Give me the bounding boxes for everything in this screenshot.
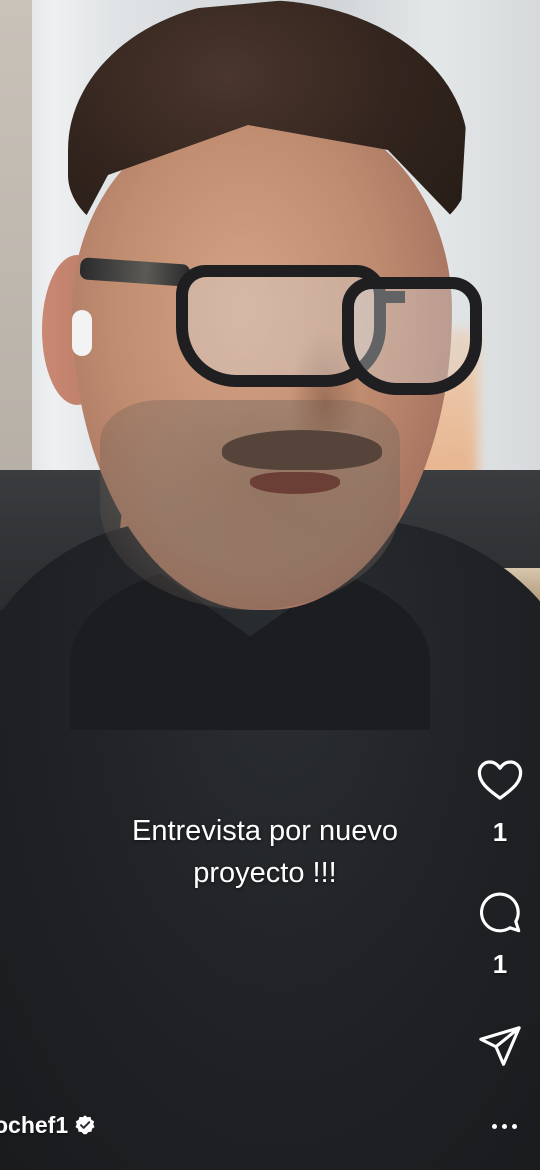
action-rail: 1 1: [472, 756, 528, 1070]
person-mouth: [250, 472, 340, 494]
person-beard: [100, 400, 400, 610]
like-count[interactable]: 1: [493, 812, 507, 852]
comment-count[interactable]: 1: [493, 944, 507, 984]
more-dot: [511, 1123, 517, 1129]
glasses-lens-right: [342, 277, 482, 395]
caption-line-1: Entrevista por nuevo: [132, 815, 398, 847]
more-dots-icon[interactable]: [486, 1112, 522, 1140]
paper-plane-icon[interactable]: [476, 1022, 524, 1070]
caption-line-2: proyecto !!!: [193, 857, 337, 889]
comment-icon[interactable]: [476, 888, 524, 936]
verified-badge-icon: [74, 1114, 96, 1136]
reel-video[interactable]: [0, 0, 540, 1170]
username[interactable]: ochef1: [0, 1112, 68, 1139]
author-row[interactable]: ochef1: [0, 1108, 96, 1142]
person-mustache: [222, 430, 382, 470]
more-dot: [491, 1123, 497, 1129]
post-caption: Entrevista por nuevo proyecto !!!: [60, 810, 470, 894]
reel-screen: Entrevista por nuevo proyecto !!! 1 1 oc…: [0, 0, 540, 1170]
background-door-frame: [0, 0, 32, 470]
more-dot: [501, 1123, 507, 1129]
heart-icon[interactable]: [476, 756, 524, 804]
person-glasses: [79, 255, 485, 400]
glasses-temple: [79, 257, 191, 287]
